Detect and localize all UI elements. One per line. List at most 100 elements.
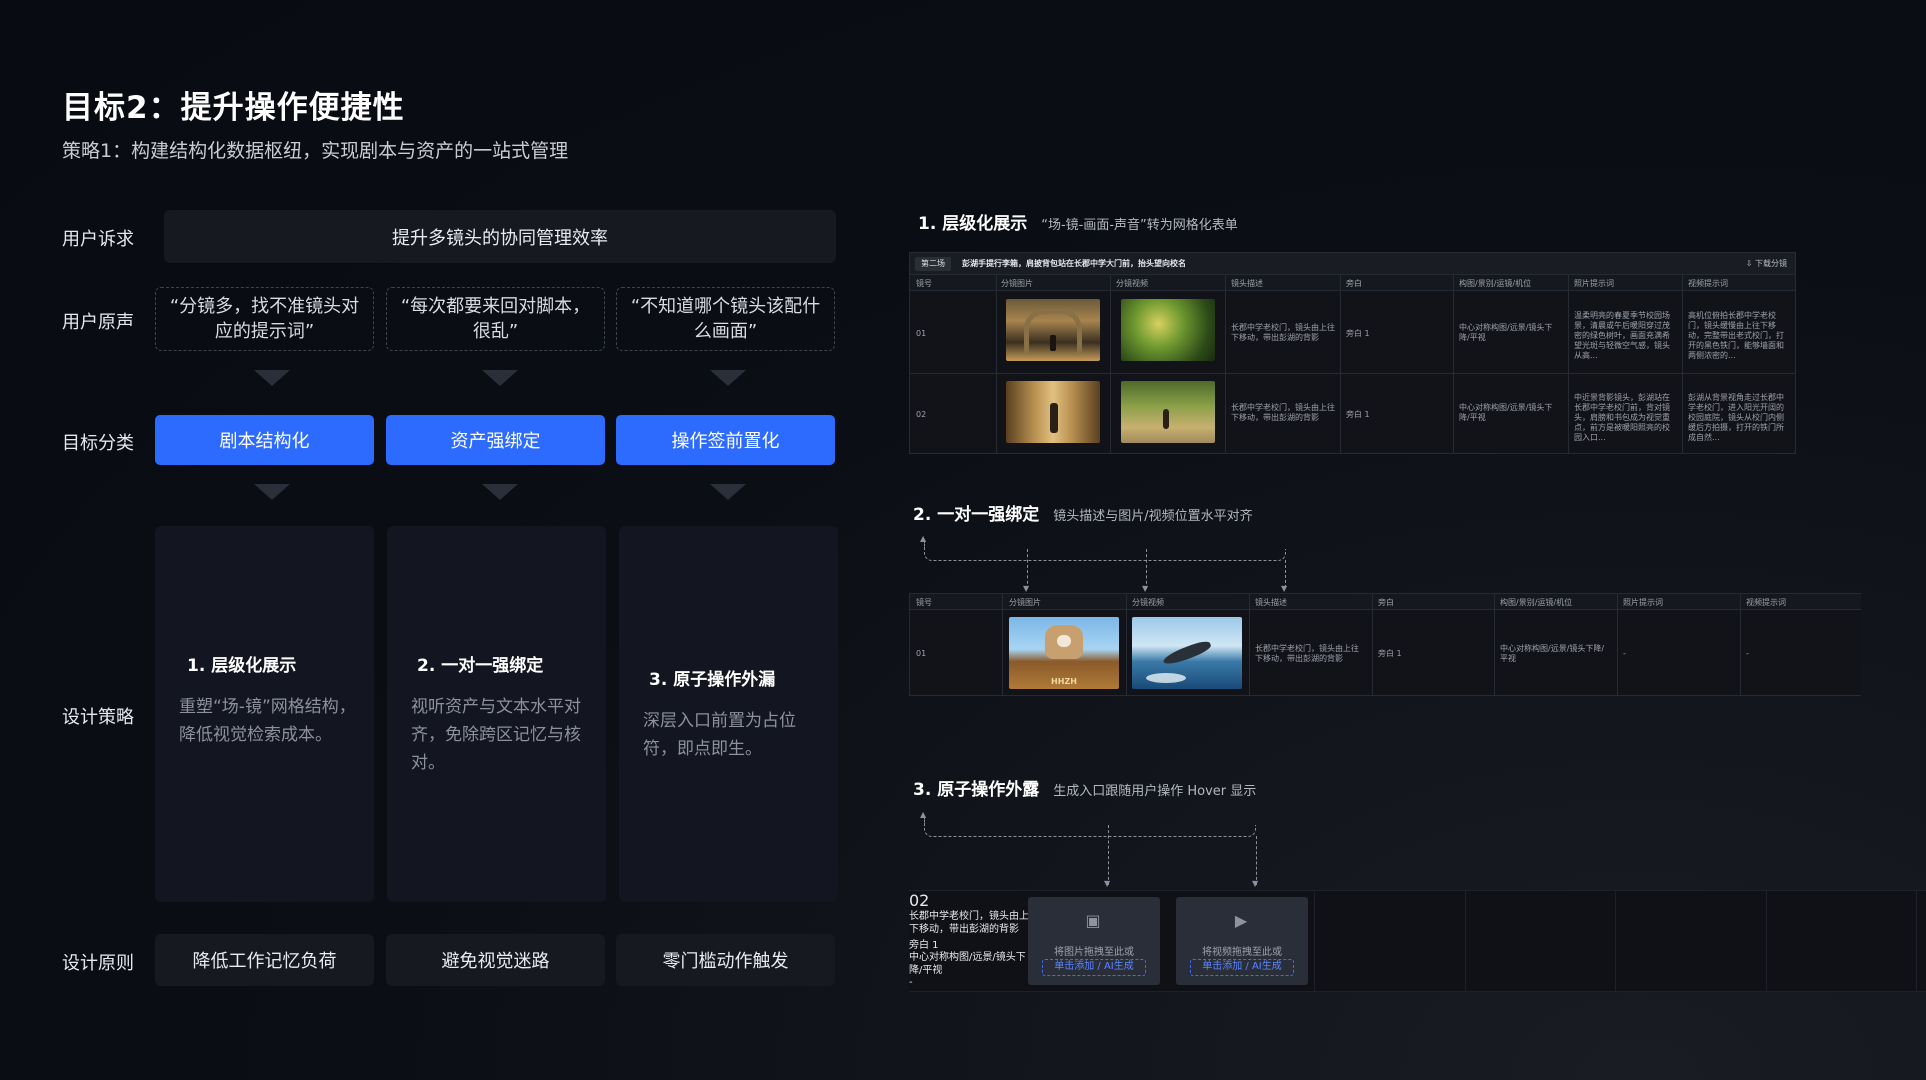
section-1-header: 1. 层级化展示 “场-镜-画面-声音”转为网格化表单: [918, 209, 1238, 234]
photo-prompt: 中近景背影镜头，彭湖站在长郡中学老校门前，背对镜头，肩膀和书包成为视觉重点，前方…: [1574, 393, 1670, 442]
download-storyboard-button[interactable]: ⇩ 下载分镜: [1746, 258, 1787, 269]
strategy-card-2: 2. 一对一强绑定 视听资产与文本水平对齐，免除跨区记忆与核对。: [387, 526, 606, 902]
section-title: 1. 层级化展示: [918, 214, 1028, 234]
strategy-card-3: 3. 原子操作外漏 深层入口前置为占位符，即点即生。: [619, 526, 838, 902]
col-header: 镜头描述: [1255, 598, 1287, 607]
col-header: 镜头描述: [1231, 279, 1263, 288]
connector-line: [1256, 836, 1257, 885]
composition: 中心对称构图/远景/镜头下降/平视: [1459, 403, 1553, 422]
row-label-goal: 目标分类: [62, 433, 134, 454]
video-add-ai-button[interactable]: 单击添加 / AI生成: [1190, 959, 1294, 976]
principle-2: 避免视觉迷路: [386, 934, 605, 986]
row-label-strategy: 设计策略: [62, 707, 134, 728]
arrow-up-icon: ▲: [920, 534, 927, 543]
scene-title: 彭湖手提行李箱，肩披背包站在长郡中学大门前，抬头望向校名: [962, 259, 1186, 268]
storyboard-table-2: 镜号 分镜图片 分镜视频 镜头描述 旁白 构图/景别/运镜/机位 照片提示词 视…: [909, 593, 1861, 696]
shot-number: 01: [916, 649, 927, 658]
section-3-header: 3. 原子操作外露 生成入口跟随用户操作 Hover 显示: [913, 775, 1256, 800]
col-header: 旁白: [1346, 279, 1362, 288]
connector-line: [1027, 549, 1028, 589]
connector-line: [924, 825, 1256, 837]
download-icon: ⇩: [1745, 259, 1755, 268]
goal-script-structure: 剧本结构化: [155, 415, 374, 465]
user-voice-2: “每次都要来回对脚本，很乱”: [386, 287, 605, 351]
connector-line: [1146, 549, 1147, 589]
shot-number: 02: [916, 410, 927, 419]
section-2-header: 2. 一对一强绑定 镜头描述与图片/视频位置水平对齐: [913, 500, 1253, 525]
storyboard-image-walk[interactable]: [1006, 381, 1100, 443]
col-header: 分镜图片: [1009, 598, 1041, 607]
col-header: 视频提示词: [1688, 279, 1728, 288]
arrow-down-icon: [254, 370, 290, 386]
video-upload-placeholder[interactable]: ▶ 将视频拖拽至此或 单击添加 / AI生成: [1176, 897, 1308, 985]
arrow-down-icon: [482, 484, 518, 500]
photo-prompt: -: [1623, 649, 1626, 658]
shot-desc: 长郡中学老校门，镜头由上往下移动，带出彭湖的背影: [1231, 403, 1335, 422]
strategy-title: 3. 原子操作外漏: [649, 670, 776, 690]
strategy-title: 1. 层级化展示: [187, 656, 297, 676]
col-header: 镜号: [916, 279, 932, 288]
page-subtitle: 策略1：构建结构化数据枢纽，实现剧本与资产的一站式管理: [62, 140, 569, 162]
section-desc: “场-镜-画面-声音”转为网格化表单: [1041, 218, 1238, 233]
storyboard-table-1: 第二场 彭湖手提行李箱，肩披背包站在长郡中学大门前，抬头望向校名 ⇩ 下载分镜 …: [909, 252, 1796, 454]
composition: 中心对称构图/远景/镜头下降/平视: [1500, 644, 1605, 663]
arrow-down-icon: [254, 484, 290, 500]
row-label-voice: 用户原声: [62, 312, 134, 333]
strategy-desc: 视听资产与文本水平对齐，免除跨区记忆与核对。: [411, 697, 581, 773]
col-header: 照片提示词: [1623, 598, 1663, 607]
section-desc: 生成入口跟随用户操作 Hover 显示: [1053, 784, 1257, 799]
scene-tag: 第二场: [915, 257, 951, 271]
narration: 旁白 1: [1346, 410, 1370, 419]
sign-text: HHZH: [1051, 677, 1077, 686]
col-header: 镜号: [916, 598, 932, 607]
user-voice-3: “不知道哪个镜头该配什么画面”: [616, 287, 835, 351]
shot-number: 01: [916, 329, 927, 338]
col-header: 照片提示词: [1574, 279, 1614, 288]
arrow-down-icon: [710, 484, 746, 500]
user-voice-1: “分镜多，找不准镜头对应的提示词”: [155, 287, 374, 351]
arrow-down-icon: [710, 370, 746, 386]
connector-line: [1108, 825, 1109, 885]
photo-prompt: 温柔明亮的春夏季节校园场景，清晨或午后暖阳穿过茂密的绿色树叶，画面充满希望光斑与…: [1574, 311, 1670, 360]
goal-action-forward: 操作签前置化: [616, 415, 835, 465]
shot-desc: 长郡中学老校门，镜头由上往下移动，带出彭湖的背影: [909, 911, 1039, 935]
col-header: 分镜视频: [1132, 598, 1164, 607]
user-need-box: 提升多镜头的协同管理效率: [164, 210, 836, 263]
arrow-down-icon: ▼: [1023, 584, 1030, 593]
principle-3: 零门槛动作触发: [616, 934, 835, 986]
arrow-down-icon: [482, 370, 518, 386]
arrow-down-icon: ▼: [1142, 584, 1149, 593]
upload-label: 将图片拖拽至此或: [1054, 947, 1134, 958]
storyboard-video-path[interactable]: [1121, 381, 1215, 443]
composition: 中心对称构图/远景/镜头下降/平视: [1459, 323, 1553, 342]
col-header: 构图/景别/运镜/机位: [1500, 598, 1573, 607]
upload-label: 将视频拖拽至此或: [1202, 947, 1282, 958]
connector-line: [924, 549, 1286, 561]
scene-bar: 第二场 彭湖手提行李箱，肩披背包站在长郡中学大门前，抬头望向校名 ⇩ 下载分镜: [910, 253, 1795, 275]
narration: 旁白 1: [1346, 329, 1370, 338]
section-desc: 镜头描述与图片/视频位置水平对齐: [1053, 509, 1253, 524]
section-title: 2. 一对一强绑定: [913, 505, 1040, 525]
strategy-desc: 深层入口前置为占位符，即点即生。: [643, 711, 796, 759]
principle-1: 降低工作记忆负荷: [155, 934, 374, 986]
goal-asset-binding: 资产强绑定: [386, 415, 605, 465]
page-title: 目标2：提升操作便捷性: [62, 90, 405, 126]
arrow-down-icon: ▼: [1281, 584, 1288, 593]
arrow-down-icon: ▼: [1104, 879, 1111, 888]
image-add-icon: ▣: [1085, 911, 1101, 930]
col-header: 分镜视频: [1116, 279, 1148, 288]
section-title: 3. 原子操作外露: [913, 780, 1040, 800]
storyboard-image-dog[interactable]: HHZH: [1009, 617, 1119, 689]
storyboard-image-gate[interactable]: [1006, 299, 1100, 361]
image-upload-placeholder[interactable]: ▣ 将图片拖拽至此或 单击添加 / AI生成: [1028, 897, 1160, 985]
row-label-principle: 设计原则: [62, 953, 134, 974]
storyboard-video-dolphin[interactable]: [1132, 617, 1242, 689]
shot-desc: 长郡中学老校门，镜头由上往下移动，带出彭湖的背影: [1231, 323, 1335, 342]
video-prompt: 高机位俯拍长郡中学老校门，镜头缓慢由上往下移动，完整带出老式校门，打开的黑色铁门…: [1688, 311, 1784, 360]
image-add-ai-button[interactable]: 单击添加 / AI生成: [1042, 959, 1146, 976]
narration: 旁白 1: [1378, 649, 1402, 658]
storyboard-video-trees[interactable]: [1121, 299, 1215, 361]
strategy-title: 2. 一对一强绑定: [417, 656, 544, 676]
col-header: 视频提示词: [1746, 598, 1786, 607]
strategy-card-1: 1. 层级化展示 重塑“场-镜”网格结构，降低视觉检索成本。: [155, 526, 374, 902]
